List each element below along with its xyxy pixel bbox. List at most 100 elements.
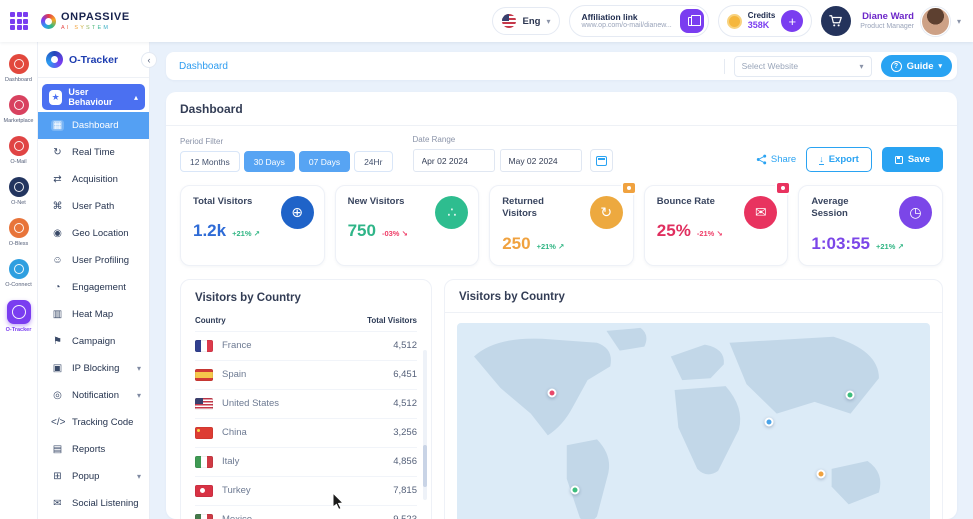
bell-icon: ◎ [53, 390, 62, 401]
sidebar-item-geo-location[interactable]: ◉ Geo Location [38, 220, 149, 247]
sidebar-item-dashboard[interactable]: ▦ Dashboard [38, 112, 149, 139]
page-title: Dashboard [166, 92, 957, 126]
sidebar-item-reports[interactable]: ▤ Reports [38, 436, 149, 463]
chevron-down-icon: ▾ [136, 364, 141, 373]
map-marker[interactable] [547, 388, 557, 398]
sidebar-item-heat-map[interactable]: ▥ Heat Map [38, 301, 149, 328]
sidebar-item-notification[interactable]: ◎ Notification ▾ [38, 382, 149, 409]
language-selector[interactable]: Eng ▾ [492, 7, 561, 35]
country-visitors: 4,856 [393, 456, 417, 468]
country-row-cn[interactable]: China 3,256 [195, 417, 417, 447]
user-role: Product Manager [860, 22, 914, 30]
map-marker[interactable] [816, 469, 826, 479]
add-credits-button[interactable]: + [781, 10, 804, 32]
app-item-marketplace[interactable]: Marketplace [0, 89, 37, 130]
country-row-tr[interactable]: Turkey 7,815 [195, 475, 417, 505]
stat-card-returned-visitors: Returned Visitors ↻ 250 +21% ↗ [489, 181, 637, 266]
period-filter-label: Period Filter [180, 137, 224, 146]
map-marker[interactable] [845, 390, 855, 400]
divider [723, 58, 725, 74]
period-button-07-days[interactable]: 07 Days [298, 151, 351, 172]
chevron-down-icon: ▾ [956, 16, 961, 26]
o-bless-app-icon [8, 218, 29, 238]
dashboard-card: Dashboard Period Filter 12 Months 30 Days… [166, 92, 957, 519]
grid-icon: ▦ [51, 120, 64, 131]
sidebar-title: O-Tracker [69, 53, 119, 66]
scrollbar-thumb[interactable] [423, 444, 427, 487]
period-button-30-days[interactable]: 30 Days [243, 151, 295, 172]
logo-text: ONPASSIVE [61, 10, 130, 23]
geo-pin-icon: ◉ [53, 228, 62, 239]
country-table-body: France 4,512 Spain 6,451 United States 4… [195, 330, 417, 519]
report-icon: ▤ [52, 444, 63, 455]
realtime-clock-icon: ↻ [53, 147, 62, 158]
app-item-o-connect[interactable]: O-Connect [0, 253, 37, 294]
country-row-fr[interactable]: France 4,512 [195, 330, 417, 360]
copy-link-button[interactable] [679, 9, 704, 33]
app-item-dashboard[interactable]: Dashboard [0, 48, 37, 89]
share-button[interactable]: Share [756, 154, 796, 165]
stat-value: 25% [656, 221, 691, 241]
period-button-24hr[interactable]: 24Hr [354, 151, 393, 172]
date-from-input[interactable] [412, 149, 495, 172]
country-row-it[interactable]: Italy 4,856 [195, 446, 417, 476]
sidebar-item-social-listening[interactable]: ✉ Social Listening [38, 490, 149, 517]
map-marker[interactable] [570, 485, 580, 495]
social-icon: ✉ [53, 498, 62, 509]
sidebar-item-popup[interactable]: ⊞ Popup ▾ [38, 463, 149, 490]
world-map-shapes [474, 327, 881, 519]
breadcrumb-bar: Dashboard Select Website ▾ ? Guide ▾ [166, 52, 957, 80]
country-row-mx[interactable]: Mexico 9,523 [195, 504, 417, 519]
top-header: ONPASSIVE AI SYSTEM Eng ▾ Affiliation li… [0, 0, 973, 42]
period-filter-buttons: 12 Months 30 Days 07 Days 24Hr [180, 151, 393, 172]
dashboard-app-icon [8, 54, 29, 74]
heatmap-icon: ▥ [52, 309, 63, 320]
country-row-es[interactable]: Spain 6,451 [195, 359, 417, 389]
apps-grid-icon[interactable] [10, 12, 28, 30]
app-item-o-mail[interactable]: O-Mail [0, 130, 37, 171]
sidebar-item-user-behaviour[interactable]: ★ User Behaviour ▴ [42, 84, 145, 110]
chevron-down-icon: ▾ [136, 472, 141, 481]
app-item-o-net[interactable]: O-Net [0, 171, 37, 212]
visitors-by-country-panel: Visitors by Country Country Total Visito… [180, 278, 432, 519]
o-mail-app-icon [8, 136, 29, 156]
map-marker[interactable] [764, 417, 774, 427]
calendar-button[interactable] [589, 149, 613, 172]
country-row-us[interactable]: United States 4,512 [195, 388, 417, 418]
credits-value: 358K [747, 20, 770, 31]
sidebar-item-real-time[interactable]: ↻ Real Time [38, 139, 149, 166]
date-to-input[interactable] [499, 149, 582, 172]
sidebar-item-tracking-code[interactable]: </> Tracking Code [38, 409, 149, 436]
sidebar-collapse-button[interactable]: ‹ [141, 52, 157, 68]
clock-icon: ◷ [899, 196, 932, 229]
sidebar-item-ip-blocking[interactable]: ▣ IP Blocking ▾ [38, 355, 149, 382]
affiliation-link-widget: Affiliation link www.op.com/o-mail/diane… [569, 5, 709, 37]
country-name: Mexico [222, 514, 252, 519]
app-item-o-tracker[interactable]: O-Tracker [0, 294, 37, 339]
stat-card-average-session: Average Session ◷ 1:03:55 +21% ↗ [798, 185, 943, 266]
sidebar-item-campaign[interactable]: ⚑ Campaign [38, 328, 149, 355]
sidebar-item-acquisition[interactable]: ⇄ Acquisition [38, 166, 149, 193]
cart-button[interactable] [821, 6, 852, 36]
country-visitors: 6,451 [393, 369, 417, 381]
save-icon [894, 155, 903, 164]
sidebar-item-user-profiling[interactable]: ☺ User Profiling [38, 247, 149, 274]
export-button[interactable]: ↓ Export [806, 147, 872, 172]
sidebar-item-user-path[interactable]: ⌘ User Path [38, 193, 149, 220]
guide-button[interactable]: ? Guide ▾ [880, 55, 952, 77]
period-button-12-months[interactable]: 12 Months [180, 151, 240, 172]
user-path-icon: ⌘ [52, 201, 63, 212]
save-button[interactable]: Save [881, 147, 943, 172]
sidebar-item-engagement[interactable]: ◔ Engagement [38, 274, 149, 301]
globe-icon: ⊕ [280, 196, 314, 229]
app-item-o-bless[interactable]: O-Bless [0, 212, 37, 253]
country-visitors: 4,512 [393, 398, 417, 410]
bulb-icon: ★ [49, 89, 63, 105]
breadcrumb[interactable]: Dashboard [179, 61, 228, 72]
stat-delta: -03% ↘ [381, 229, 408, 239]
stat-delta: -21% ↘ [696, 229, 723, 239]
app-sidebar: Dashboard Marketplace O-Mail O-Net O-Ble… [0, 42, 38, 519]
user-menu[interactable]: Diane Ward Product Manager ▾ [860, 6, 961, 36]
panel-title: Visitors by Country [195, 291, 301, 304]
website-select[interactable]: Select Website ▾ [733, 55, 872, 77]
